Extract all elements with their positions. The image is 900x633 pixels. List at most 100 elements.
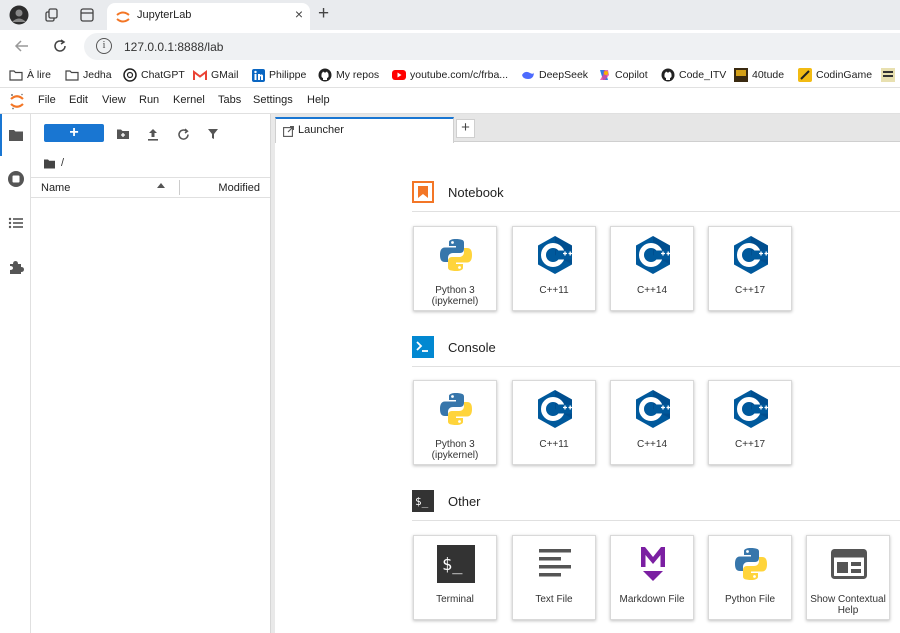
menu-view[interactable]: View: [102, 94, 126, 106]
main-dock-area: Launcher + Notebook Python 3 (ipykernel)…: [275, 114, 900, 633]
card-label: Text File: [535, 594, 573, 605]
menu-settings[interactable]: Settings: [253, 94, 293, 106]
bookmark-overflow-site[interactable]: [881, 67, 899, 83]
folder-icon: [65, 68, 79, 82]
cpp-icon: [731, 235, 771, 275]
breadcrumb: /: [43, 156, 64, 170]
close-tab-icon[interactable]: ×: [295, 6, 303, 22]
github-icon: [318, 68, 332, 82]
site-icon: [881, 68, 895, 82]
card-label: C++11: [539, 285, 569, 296]
file-browser-toolbar: +: [31, 124, 270, 144]
svg-text:$_: $_: [442, 555, 463, 575]
card-text-file[interactable]: Text File: [512, 535, 596, 620]
card-terminal[interactable]: $_ Terminal: [413, 535, 497, 620]
card-label: C++14: [636, 439, 668, 450]
contextual-help-icon: [829, 544, 869, 584]
breadcrumb-root[interactable]: /: [61, 157, 64, 169]
card-label: C++17: [734, 285, 766, 296]
address-field[interactable]: i 127.0.0.1:8888/lab: [84, 33, 900, 60]
home-folder-icon[interactable]: [43, 158, 56, 169]
card-label: C++17: [734, 439, 766, 450]
workspaces-icon[interactable]: [43, 6, 61, 24]
file-browser-panel: + / Name Modified: [31, 114, 270, 633]
filter-icon[interactable]: [205, 126, 221, 142]
bookmark-youtube[interactable]: youtube.com/c/frba...: [392, 67, 508, 83]
column-separator: [179, 180, 180, 195]
section-divider: [412, 211, 900, 212]
card-console-cpp11[interactable]: C++11: [512, 380, 596, 465]
card-show-contextual-help[interactable]: Show Contextual Help: [806, 535, 890, 620]
add-tab-button[interactable]: +: [456, 119, 475, 138]
profile-avatar[interactable]: [9, 5, 29, 25]
section-title-notebook: Notebook: [448, 185, 504, 200]
section-notebook: Notebook: [412, 181, 900, 205]
bookmark-40tude[interactable]: 40tude: [734, 67, 784, 83]
card-notebook-cpp17[interactable]: C++17: [708, 226, 792, 311]
bookmark-codingame[interactable]: CodinGame: [798, 67, 872, 83]
card-notebook-cpp14[interactable]: C++14: [610, 226, 694, 311]
back-icon[interactable]: [13, 37, 31, 55]
notebook-section-icon: [412, 181, 434, 203]
cpp-icon: [731, 389, 771, 429]
menu-help[interactable]: Help: [307, 94, 330, 106]
cpp-icon: [633, 235, 673, 275]
cpp-icon: [535, 235, 575, 275]
launcher-tab-icon: [283, 124, 294, 137]
card-console-python3[interactable]: Python 3 (ipykernel): [413, 380, 497, 465]
reload-icon[interactable]: [51, 37, 69, 55]
url-text: 127.0.0.1:8888/lab: [124, 40, 224, 54]
extension-manager-icon[interactable]: [7, 258, 25, 276]
card-markdown-file[interactable]: Markdown File: [610, 535, 694, 620]
python-icon: [436, 389, 476, 429]
column-modified[interactable]: Modified: [218, 182, 260, 194]
new-tab-button[interactable]: +: [318, 4, 329, 24]
card-label: C++14: [636, 285, 668, 296]
browser-tab-strip: JupyterLab × +: [0, 0, 900, 30]
card-console-cpp17[interactable]: C++17: [708, 380, 792, 465]
menu-run[interactable]: Run: [139, 94, 159, 106]
new-folder-icon[interactable]: [115, 126, 131, 142]
cpp-icon: [633, 389, 673, 429]
column-name[interactable]: Name: [41, 182, 70, 194]
card-label: Terminal: [436, 594, 474, 605]
bookmark-my-repos[interactable]: My repos: [318, 67, 379, 83]
tab-actions-icon[interactable]: [78, 6, 96, 24]
running-kernels-icon[interactable]: [7, 170, 25, 188]
bookmark-chatgpt[interactable]: ChatGPT: [123, 67, 185, 83]
terminal-icon: $_: [436, 544, 476, 584]
left-activity-bar: [0, 114, 31, 633]
menu-file[interactable]: File: [38, 94, 56, 106]
sort-ascending-icon[interactable]: [157, 183, 165, 188]
bookmark-deepseek[interactable]: DeepSeek: [521, 67, 588, 83]
bookmark-gmail[interactable]: GMail: [193, 67, 238, 83]
cpp-icon: [535, 389, 575, 429]
card-console-cpp14[interactable]: C++14: [610, 380, 694, 465]
gmail-icon: [193, 68, 207, 82]
refresh-icon[interactable]: [175, 126, 191, 142]
menu-kernel[interactable]: Kernel: [173, 94, 205, 106]
deepseek-icon: [521, 68, 535, 82]
active-indicator: [0, 114, 2, 156]
bookmark-copilot[interactable]: Copilot: [597, 67, 648, 83]
jupyter-logo-icon: [9, 93, 25, 110]
menu-edit[interactable]: Edit: [69, 94, 88, 106]
card-label: Show Contextual Help: [810, 594, 886, 616]
bookmark-jedha[interactable]: Jedha: [65, 67, 112, 83]
tab-launcher[interactable]: Launcher: [275, 117, 454, 143]
site-info-icon[interactable]: i: [96, 38, 112, 54]
section-title-console: Console: [448, 340, 496, 355]
card-python-file[interactable]: Python File: [708, 535, 792, 620]
upload-icon[interactable]: [145, 126, 161, 142]
card-notebook-python3[interactable]: Python 3 (ipykernel): [413, 226, 497, 311]
bookmark-philippe[interactable]: Philippe: [251, 67, 306, 83]
bookmark-code-itv[interactable]: Code_ITV: [661, 67, 726, 83]
card-notebook-cpp11[interactable]: C++11: [512, 226, 596, 311]
menu-tabs[interactable]: Tabs: [218, 94, 241, 106]
browser-tab-jupyterlab[interactable]: JupyterLab ×: [107, 3, 310, 30]
python-icon: [731, 544, 771, 584]
bookmark-a-lire[interactable]: À lire: [9, 67, 51, 83]
table-of-contents-icon[interactable]: [7, 214, 25, 232]
new-launcher-button[interactable]: +: [44, 124, 104, 142]
file-browser-icon[interactable]: [7, 126, 25, 144]
